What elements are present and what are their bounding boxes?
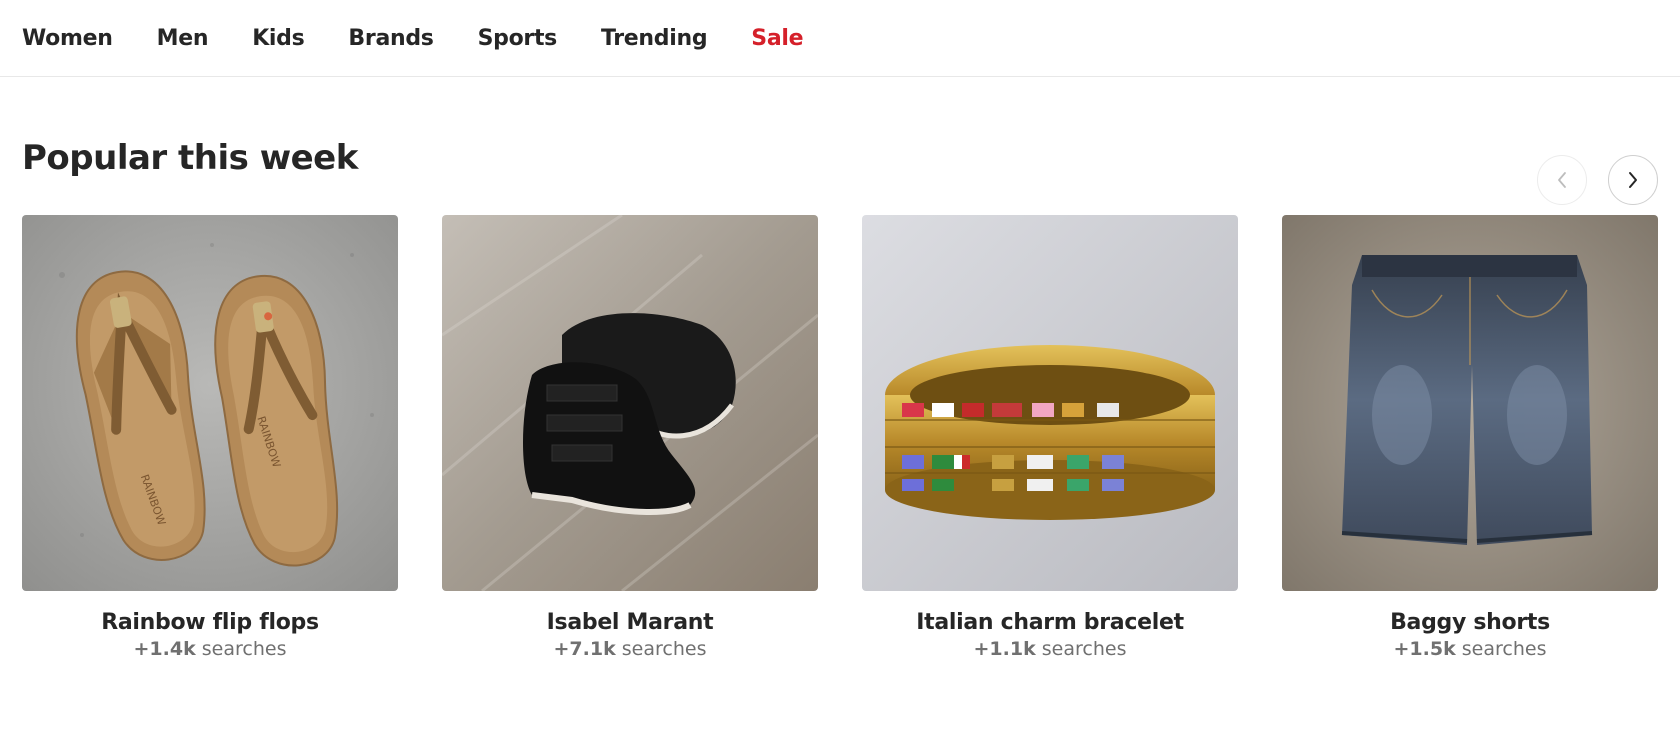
nav-item-sale[interactable]: Sale [751, 26, 803, 50]
search-count: +7.1k searches [442, 640, 818, 659]
product-image[interactable] [442, 215, 818, 591]
nav-item-brands[interactable]: Brands [348, 26, 433, 50]
product-title[interactable]: Rainbow flip flops [22, 612, 398, 634]
nav-item-sports[interactable]: Sports [478, 26, 558, 50]
search-count: +1.5k searches [1282, 640, 1658, 659]
nav-item-women[interactable]: Women [22, 26, 113, 50]
search-count-suffix: searches [1035, 638, 1127, 660]
nav-item-trending[interactable]: Trending [601, 26, 708, 50]
search-count-value: +1.5k [1393, 638, 1456, 660]
search-count-value: +1.1k [973, 638, 1036, 660]
chevron-right-icon [1629, 172, 1637, 188]
charm-bracelet-image [862, 215, 1238, 591]
flip-flops-image: RAINBOW RAINBOW [22, 215, 398, 591]
product-card[interactable]: Isabel Marant +7.1k searches [442, 215, 818, 659]
carousel-prev-button[interactable] [1537, 155, 1587, 205]
product-image[interactable] [1282, 215, 1658, 591]
denim-shorts-image [1282, 215, 1658, 591]
product-title[interactable]: Baggy shorts [1282, 612, 1658, 634]
nav-item-kids[interactable]: Kids [252, 26, 305, 50]
product-card[interactable]: Baggy shorts +1.5k searches [1282, 215, 1658, 659]
carousel-next-button[interactable] [1608, 155, 1658, 205]
product-card[interactable]: Italian charm bracelet +1.1k searches [862, 215, 1238, 659]
search-count-suffix: searches [615, 638, 707, 660]
product-title[interactable]: Italian charm bracelet [862, 612, 1238, 634]
search-count-suffix: searches [1455, 638, 1547, 660]
search-count-suffix: searches [195, 638, 287, 660]
product-image[interactable]: RAINBOW RAINBOW [22, 215, 398, 591]
section-title: Popular this week [22, 138, 358, 178]
wedge-sneakers-image [442, 215, 818, 591]
nav-item-men[interactable]: Men [157, 26, 209, 50]
product-title[interactable]: Isabel Marant [442, 612, 818, 634]
product-card[interactable]: RAINBOW RAINBOW Rainbow flip flops +1.4k… [22, 215, 398, 659]
search-count-value: +7.1k [553, 638, 616, 660]
search-count-value: +1.4k [133, 638, 196, 660]
search-count: +1.4k searches [22, 640, 398, 659]
chevron-left-icon [1558, 172, 1566, 188]
search-count: +1.1k searches [862, 640, 1238, 659]
top-navigation: Women Men Kids Brands Sports Trending Sa… [0, 0, 1680, 77]
product-image[interactable] [862, 215, 1238, 591]
